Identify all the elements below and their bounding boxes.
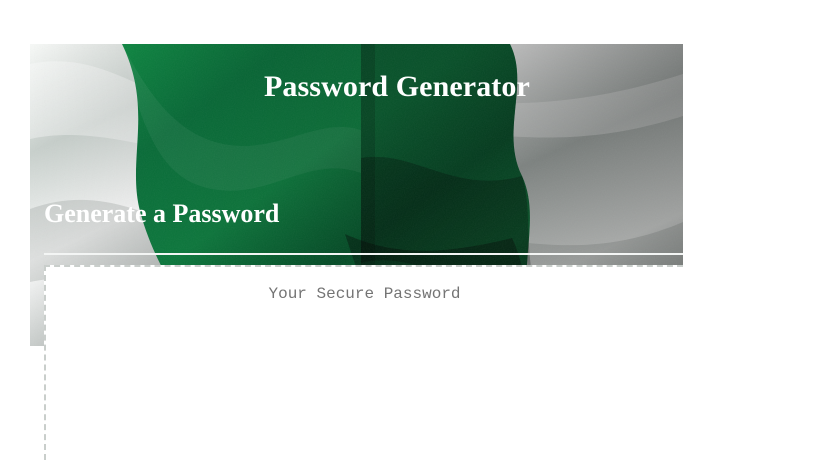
password-output-card	[44, 265, 683, 460]
page-title: Password Generator	[264, 70, 530, 103]
generate-password-heading: Generate a Password	[44, 199, 280, 228]
password-output-field[interactable]	[46, 267, 683, 460]
password-generator-page: Password Generator Generate a Password	[0, 0, 819, 460]
section-divider	[44, 253, 683, 255]
